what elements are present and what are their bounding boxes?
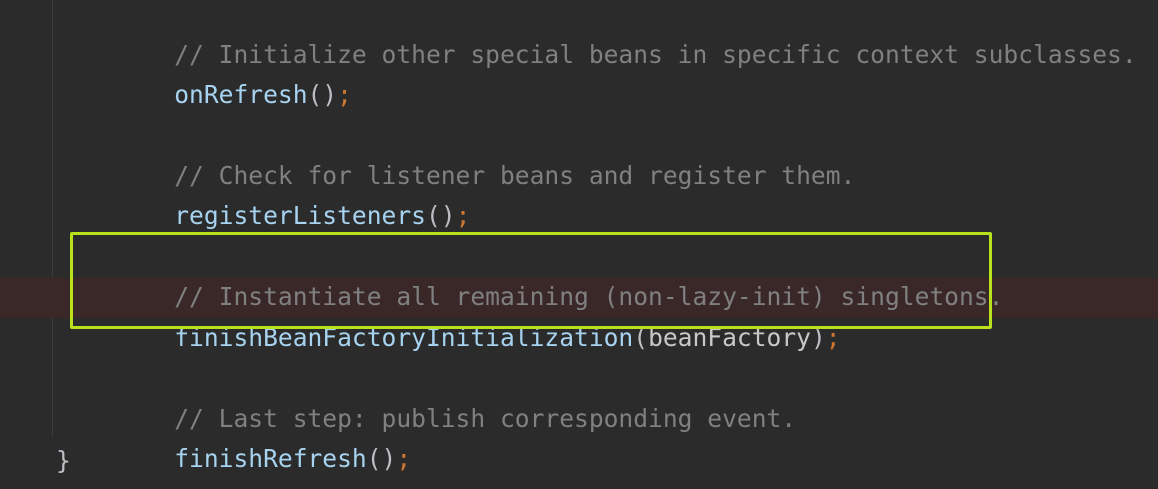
highlight-annotation-box (70, 232, 992, 329)
parentheses: () (366, 444, 397, 473)
code-line-comment-last-step[interactable]: // Last step: publish corresponding even… (115, 359, 796, 433)
parentheses: () (307, 80, 338, 109)
code-line-comment-check-listeners[interactable]: // Check for listener beans and register… (115, 116, 855, 190)
semicolon: ; (455, 201, 471, 230)
closing-brace: } (56, 446, 71, 475)
semicolon: ; (337, 80, 352, 109)
method-call-name: registerListeners (174, 201, 426, 230)
method-call-name: finishRefresh (174, 444, 367, 473)
semicolon: ; (396, 444, 412, 473)
indent-guide (52, 0, 53, 438)
code-line-register-listeners[interactable]: registerListeners(); (115, 156, 470, 230)
code-line-finish-refresh[interactable]: finishRefresh(); (115, 399, 411, 473)
parentheses: () (425, 201, 456, 230)
code-line-comment-initialize[interactable]: // Initialize other special beans in spe… (115, 0, 1136, 69)
method-call-name: onRefresh (174, 80, 308, 109)
code-line-on-refresh[interactable]: onRefresh(); (115, 35, 352, 109)
code-editor[interactable]: // Initialize other special beans in spe… (0, 0, 1158, 489)
